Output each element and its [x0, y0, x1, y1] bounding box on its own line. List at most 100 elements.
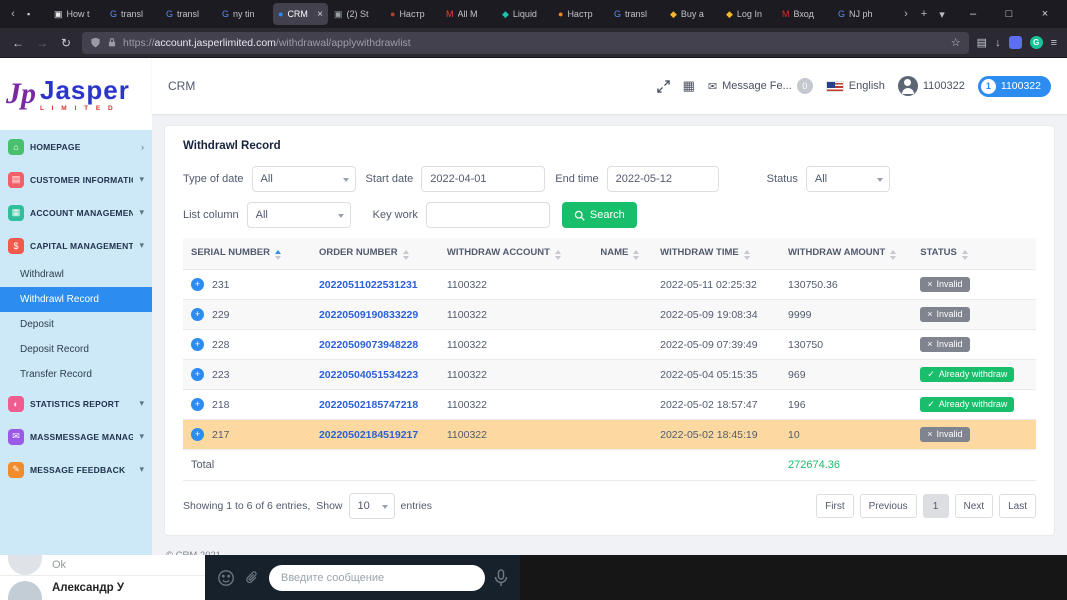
back-button[interactable]: ←	[10, 36, 26, 50]
column-header[interactable]: ORDER NUMBER	[310, 238, 439, 270]
sidebar-subitem[interactable]: Transfer Record	[0, 362, 152, 387]
shield-icon[interactable]	[90, 37, 101, 48]
column-header[interactable]: WITHDRAW ACCOUNT	[438, 238, 593, 270]
column-header[interactable]: WITHDRAW AMOUNT	[780, 238, 913, 270]
table-row[interactable]: 229 20220509190833229 1100322 2022-05-09…	[183, 299, 1036, 330]
browser-tab[interactable]: M Вход	[777, 3, 832, 25]
expand-row-icon[interactable]	[191, 428, 204, 441]
sidebar-item[interactable]: ✎ MESSAGE FEEDBACK ▾	[0, 453, 152, 486]
account-pill[interactable]: 1 1100322	[977, 75, 1051, 97]
status-select[interactable]: All	[805, 166, 890, 192]
attachment-icon[interactable]	[244, 570, 260, 586]
search-button[interactable]: Search	[561, 202, 637, 228]
browser-tab[interactable]: ◆ Buy a	[665, 3, 720, 25]
browser-tab[interactable]: ▪	[22, 3, 48, 25]
sort-icons[interactable]	[275, 250, 281, 260]
pagination-button[interactable]: First	[816, 494, 854, 518]
sort-icons[interactable]	[402, 250, 409, 260]
column-header[interactable]: SERIAL NUMBER	[183, 238, 311, 270]
message-feedback-link[interactable]: ✉ Message Fe... 0	[708, 78, 813, 94]
tab-list-button[interactable]: ▾	[933, 8, 951, 21]
table-row[interactable]: 228 20220509073948228 1100322 2022-05-09…	[183, 329, 1036, 360]
close-button[interactable]: ×	[1027, 0, 1063, 28]
forward-button[interactable]: →	[34, 36, 50, 50]
browser-tab[interactable]: ● Настр	[385, 3, 440, 25]
microphone-icon[interactable]	[494, 568, 508, 587]
column-header[interactable]: WITHDRAW TIME	[652, 238, 781, 270]
chat-message-input[interactable]	[269, 564, 485, 591]
tab-close-icon[interactable]: ×	[317, 9, 323, 20]
order-number-link[interactable]: 20220511022531231	[319, 279, 418, 291]
table-row[interactable]: 218 20220502185747218 1100322 2022-05-02…	[183, 389, 1036, 420]
table-row[interactable]: 223 20220504051534223 1100322 2022-05-04…	[183, 359, 1036, 390]
grid-icon[interactable]: ▦	[683, 78, 695, 94]
reload-button[interactable]: ↻	[58, 36, 74, 50]
emoji-icon[interactable]	[217, 569, 235, 587]
browser-tab[interactable]: ● CRM ×	[273, 3, 328, 25]
browser-tab[interactable]: G ny tin	[217, 3, 272, 25]
download-icon[interactable]: ↓	[995, 37, 1001, 49]
column-header[interactable]: NAME	[592, 238, 653, 270]
order-number-link[interactable]: 20220504051534223	[319, 369, 418, 381]
order-number-link[interactable]: 20220509190833229	[319, 309, 418, 321]
type-of-date-select[interactable]: All	[251, 166, 356, 192]
sidebar-item[interactable]: ▤ CUSTOMER INFORMATION ▾	[0, 163, 152, 196]
chat-list-item[interactable]: Александр У	[0, 576, 205, 600]
order-number-link[interactable]: 20220502185747218	[319, 399, 418, 411]
page-size-select[interactable]: 10	[348, 493, 395, 519]
pagination-button[interactable]: 1	[922, 494, 949, 518]
chat-list-item[interactable]: Ok	[0, 555, 205, 576]
expand-row-icon[interactable]	[191, 308, 204, 321]
browser-tab[interactable]: ▣ How t	[49, 3, 104, 25]
sidebar-item[interactable]: ⌂ HOMEPAGE ›	[0, 130, 152, 163]
browser-tab[interactable]: G transl	[105, 3, 160, 25]
tab-scroll-left-icon[interactable]: ‹	[4, 8, 22, 20]
library-icon[interactable]: ▤	[977, 36, 987, 49]
order-number-link[interactable]: 20220502184519217	[319, 429, 418, 441]
browser-tab[interactable]: G transl	[609, 3, 664, 25]
pagination-button[interactable]: Last	[999, 494, 1036, 518]
sidebar-item[interactable]: ▦ ACCOUNT MANAGEMENT ▾	[0, 196, 152, 229]
extension-icon[interactable]	[1008, 36, 1022, 49]
browser-tab[interactable]: ◆ Liquid	[497, 3, 552, 25]
key-work-input[interactable]	[425, 202, 550, 228]
pagination-button[interactable]: Next	[954, 494, 994, 518]
expand-row-icon[interactable]	[191, 338, 204, 351]
end-time-input[interactable]	[606, 166, 719, 192]
browser-tab[interactable]: ● Настр	[553, 3, 608, 25]
menu-icon[interactable]: ≡	[1051, 37, 1057, 49]
sort-icons[interactable]	[633, 250, 640, 260]
sidebar-subitem[interactable]: Withdrawl Record	[0, 287, 152, 312]
grammarly-icon[interactable]: G	[1029, 36, 1043, 49]
expand-row-icon[interactable]	[191, 398, 204, 411]
sort-icons[interactable]	[961, 250, 968, 260]
user-menu[interactable]: 1100322	[897, 76, 965, 96]
bookmark-star-icon[interactable]: ☆	[951, 36, 961, 49]
browser-tab[interactable]: ▣ (2) St	[329, 3, 384, 25]
expand-row-icon[interactable]	[191, 368, 204, 381]
maximize-button[interactable]: □	[991, 0, 1027, 28]
lock-icon[interactable]	[107, 37, 117, 48]
pagination-button[interactable]: Previous	[859, 494, 917, 518]
sort-icons[interactable]	[890, 250, 897, 260]
expand-row-icon[interactable]	[191, 278, 204, 291]
new-tab-button[interactable]: +	[915, 8, 933, 20]
browser-tab[interactable]: G transl	[161, 3, 216, 25]
sort-icons[interactable]	[743, 250, 750, 260]
browser-tab[interactable]: M All M	[441, 3, 496, 25]
language-selector[interactable]: English	[825, 80, 885, 92]
column-header[interactable]: STATUS	[912, 238, 1036, 270]
start-date-input[interactable]	[421, 166, 546, 192]
sidebar-item[interactable]: ✉ MASSMESSAGE MANAGEMENT ▾	[0, 420, 152, 453]
order-number-link[interactable]: 20220509073948228	[319, 339, 418, 351]
table-row[interactable]: 217 20220502184519217 1100322 2022-05-02…	[183, 419, 1036, 450]
sort-icons[interactable]	[554, 250, 561, 260]
fullscreen-icon[interactable]	[656, 79, 670, 93]
browser-tab[interactable]: G NJ ph	[833, 3, 888, 25]
sidebar-item[interactable]: $ CAPITAL MANAGEMENT ▾	[0, 229, 152, 262]
browser-tab[interactable]: ◆ Log In	[721, 3, 776, 25]
sidebar-subitem[interactable]: Deposit	[0, 312, 152, 337]
sidebar-subitem[interactable]: Withdrawl	[0, 262, 152, 287]
table-row[interactable]: 231 20220511022531231 1100322 2022-05-11…	[183, 269, 1036, 300]
minimize-button[interactable]: –	[955, 0, 991, 28]
